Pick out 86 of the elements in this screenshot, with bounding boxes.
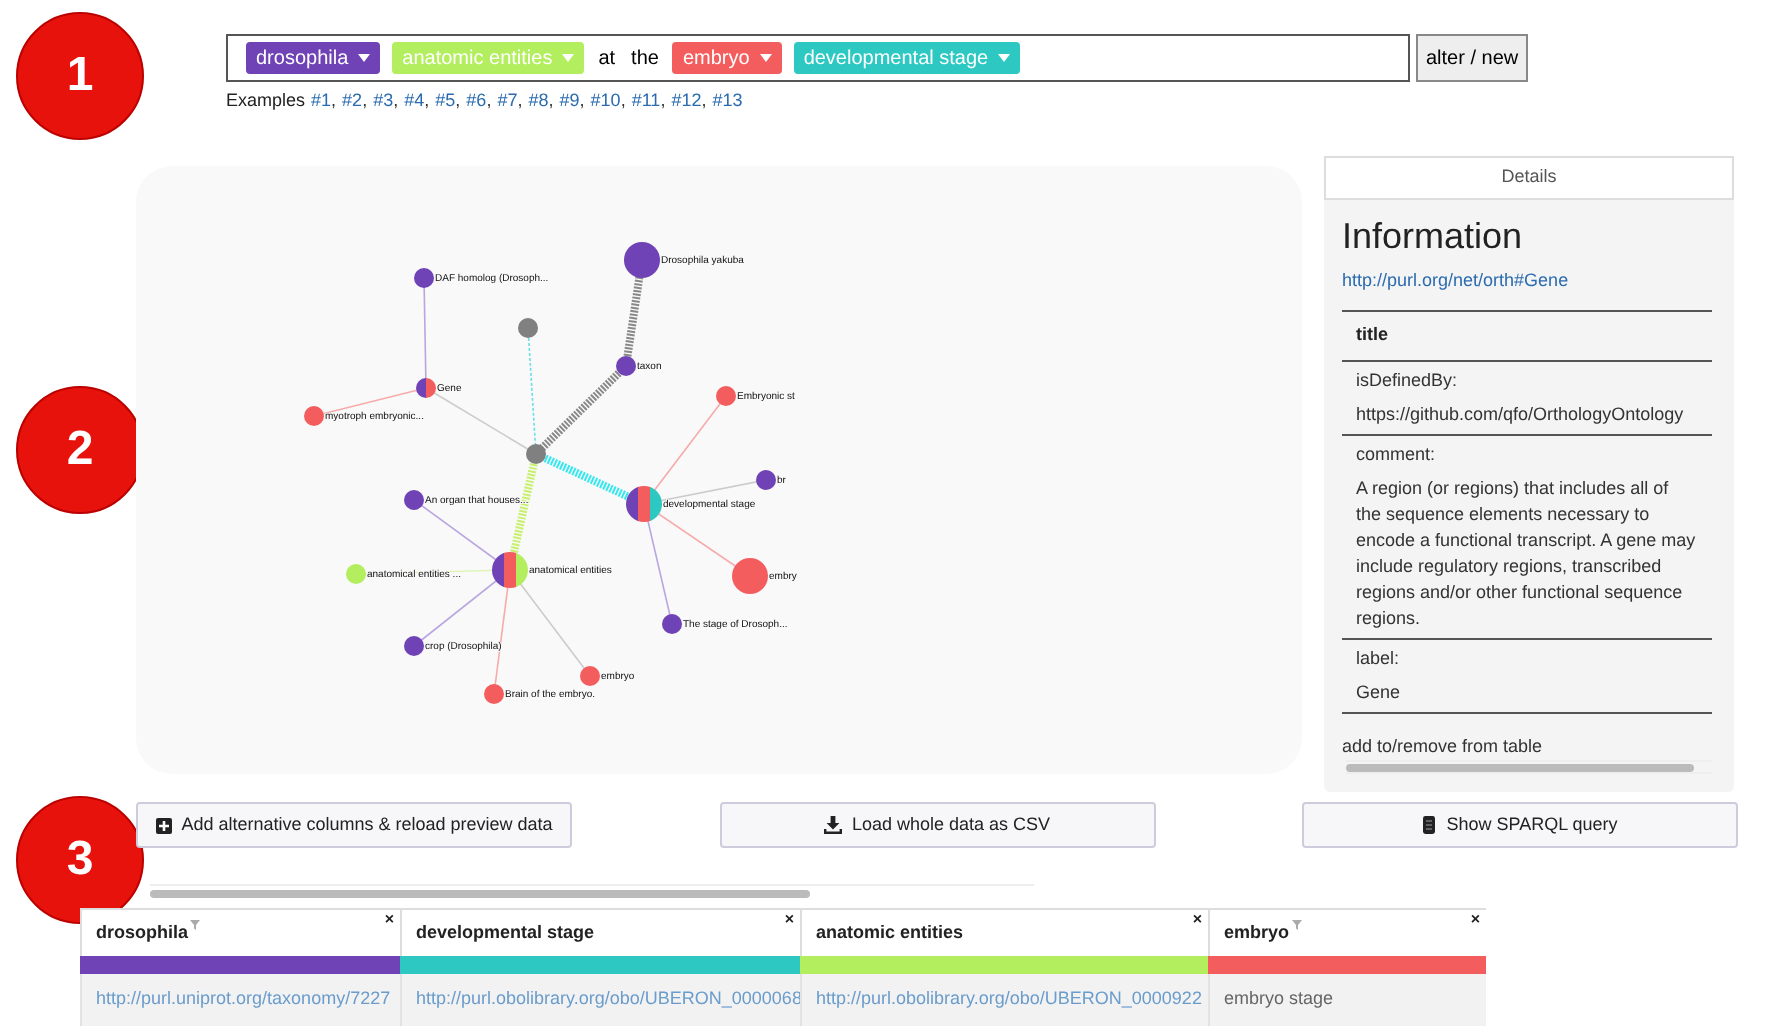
comma-separator: , [331,88,337,114]
download-icon [823,816,842,834]
callout-marker: 1 [16,12,144,140]
example-link[interactable]: #1 [311,88,332,115]
caret-icon [562,54,575,62]
field-label: comment: [1356,441,1438,468]
information-heading: Information [1342,213,1525,258]
query-tag-dropdown[interactable]: drosophila [246,42,381,74]
caret-icon [358,54,371,62]
comma-separator: , [455,88,461,114]
comma-separator: , [424,88,430,114]
caret-icon [998,54,1011,62]
comma-separator: , [579,88,585,114]
graph-node[interactable] [732,558,768,594]
column-header[interactable]: embryo [1224,919,1290,947]
query-tag-dropdown[interactable]: embryo [672,42,782,74]
graph-node[interactable] [518,318,538,338]
comma-separator: , [548,88,554,114]
uri-link[interactable]: http://purl.org/net/orth#Gene [1342,267,1716,295]
graph-node[interactable] [616,356,636,376]
example-link[interactable]: #2 [342,88,363,115]
query-word: the [629,45,661,73]
field-label: isDefinedBy: [1356,367,1460,394]
example-link[interactable]: #9 [559,88,580,115]
plus-icon [155,817,172,833]
column-header[interactable]: developmental stage [416,919,595,947]
example-link[interactable]: #3 [373,88,394,115]
field-value: A region (or regions) that includes all of the sequence elements necessary to encode a functional transcript. A gene may include regulatory regions, transcribed regions and/or other functional sequence regions. [1356,475,1698,632]
example-link[interactable]: #8 [528,88,549,115]
details-tab[interactable]: Details [1324,156,1734,200]
callout-marker: 3 [16,796,144,924]
field-value: Gene [1356,679,1403,706]
graph-node[interactable] [304,406,324,426]
graph-node[interactable] [492,552,528,588]
example-link[interactable]: #13 [712,88,743,115]
action-button[interactable]: Show SPARQL query [1302,802,1738,848]
filter-icon[interactable] [190,920,201,930]
example-link[interactable]: #12 [671,88,702,115]
table-cell-text: embryo stage [1224,986,1334,1013]
example-link[interactable]: #10 [590,88,621,115]
example-link[interactable]: #4 [404,88,425,115]
graph-node[interactable] [404,636,424,656]
graph-node[interactable] [484,684,504,704]
graph-node[interactable] [404,490,424,510]
action-button[interactable]: Add alternative columns & reload preview data [136,802,572,848]
filter-icon[interactable] [1291,920,1302,930]
graph-node[interactable] [716,386,736,406]
caret-icon [759,54,772,62]
query-field[interactable]: drosophila anatomic entities at the embryo developmental stage [226,34,1410,82]
comma-separator: , [701,88,707,114]
graph-node[interactable] [756,470,776,490]
example-link[interactable]: #6 [466,88,487,115]
close-icon[interactable]: × [1470,910,1480,930]
field-value: https://github.com/qfo/OrthologyOntology [1356,401,1686,428]
graph-node[interactable] [626,486,662,522]
graph-node[interactable] [580,666,600,686]
column-header[interactable]: drosophila [96,919,189,947]
comma-separator: , [660,88,666,114]
action-button[interactable]: Load whole data as CSV [719,802,1155,848]
close-icon[interactable]: × [384,910,394,930]
table-toggle-link[interactable]: add to/remove from table [1342,733,1716,761]
alter-new-button[interactable]: alter / new [1416,34,1529,82]
close-icon[interactable]: × [784,910,794,930]
query-word: at [596,45,618,73]
scrollbar-thumb[interactable] [150,889,810,897]
comma-separator: , [620,88,626,114]
examples-label: Examples [226,88,306,114]
field-label: label: [1356,645,1402,672]
scrollbar-thumb[interactable] [1346,763,1694,772]
graph-node[interactable] [414,268,434,288]
comma-separator: , [486,88,492,114]
example-link[interactable]: #11 [631,88,661,115]
document-icon [1422,816,1437,834]
graph-node[interactable] [624,242,660,278]
comma-separator: , [517,88,523,114]
graph-node[interactable] [346,564,366,584]
graph-node[interactable] [526,444,546,464]
table-header: title [1342,312,1712,362]
example-link[interactable]: #7 [497,88,518,115]
close-icon[interactable]: × [1192,910,1202,930]
example-link[interactable]: #5 [435,88,456,115]
graph-node[interactable] [662,614,682,634]
graph-node[interactable] [416,378,436,398]
column-header[interactable]: anatomic entities [816,919,964,947]
comma-separator: , [362,88,368,114]
comma-separator: , [393,88,399,114]
